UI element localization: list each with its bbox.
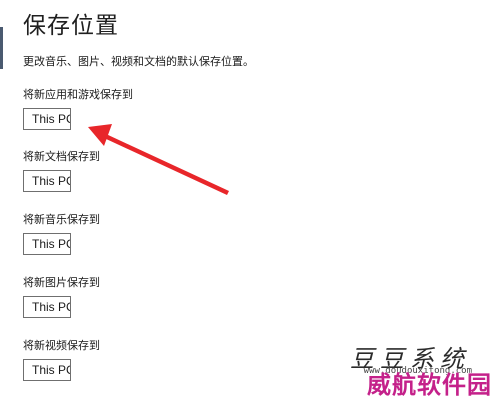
pictures-location-dropdown[interactable]: This PC <box>23 296 71 318</box>
apps-games-location-dropdown[interactable]: This PC <box>23 108 71 130</box>
setting-label: 将新音乐保存到 <box>23 213 100 226</box>
setting-documents: 将新文档保存到 This PC <box>23 150 223 192</box>
watermark-brand-text: 威航软件园 <box>367 371 492 399</box>
setting-label: 将新图片保存到 <box>23 276 100 289</box>
documents-location-dropdown[interactable]: This PC <box>23 170 71 192</box>
setting-apps-games: 将新应用和游戏保存到 This PC <box>23 88 223 130</box>
music-location-dropdown[interactable]: This PC <box>23 233 71 255</box>
setting-music: 将新音乐保存到 This PC <box>23 213 223 255</box>
videos-location-dropdown[interactable]: This PC <box>23 359 71 381</box>
setting-label: 将新视频保存到 <box>23 339 100 352</box>
nav-selection-indicator <box>0 27 3 69</box>
page-title: 保存位置 <box>23 13 119 39</box>
page-description: 更改音乐、图片、视频和文档的默认保存位置。 <box>23 55 254 68</box>
setting-label: 将新文档保存到 <box>23 150 100 163</box>
settings-page: 保存位置 更改音乐、图片、视频和文档的默认保存位置。 将新应用和游戏保存到 Th… <box>0 0 500 401</box>
setting-pictures: 将新图片保存到 This PC <box>23 276 223 318</box>
setting-label: 将新应用和游戏保存到 <box>23 88 133 101</box>
watermark: 豆豆系统 www.doudouxitong.com 威航软件园 <box>332 339 492 399</box>
setting-videos: 将新视频保存到 This PC <box>23 339 223 381</box>
